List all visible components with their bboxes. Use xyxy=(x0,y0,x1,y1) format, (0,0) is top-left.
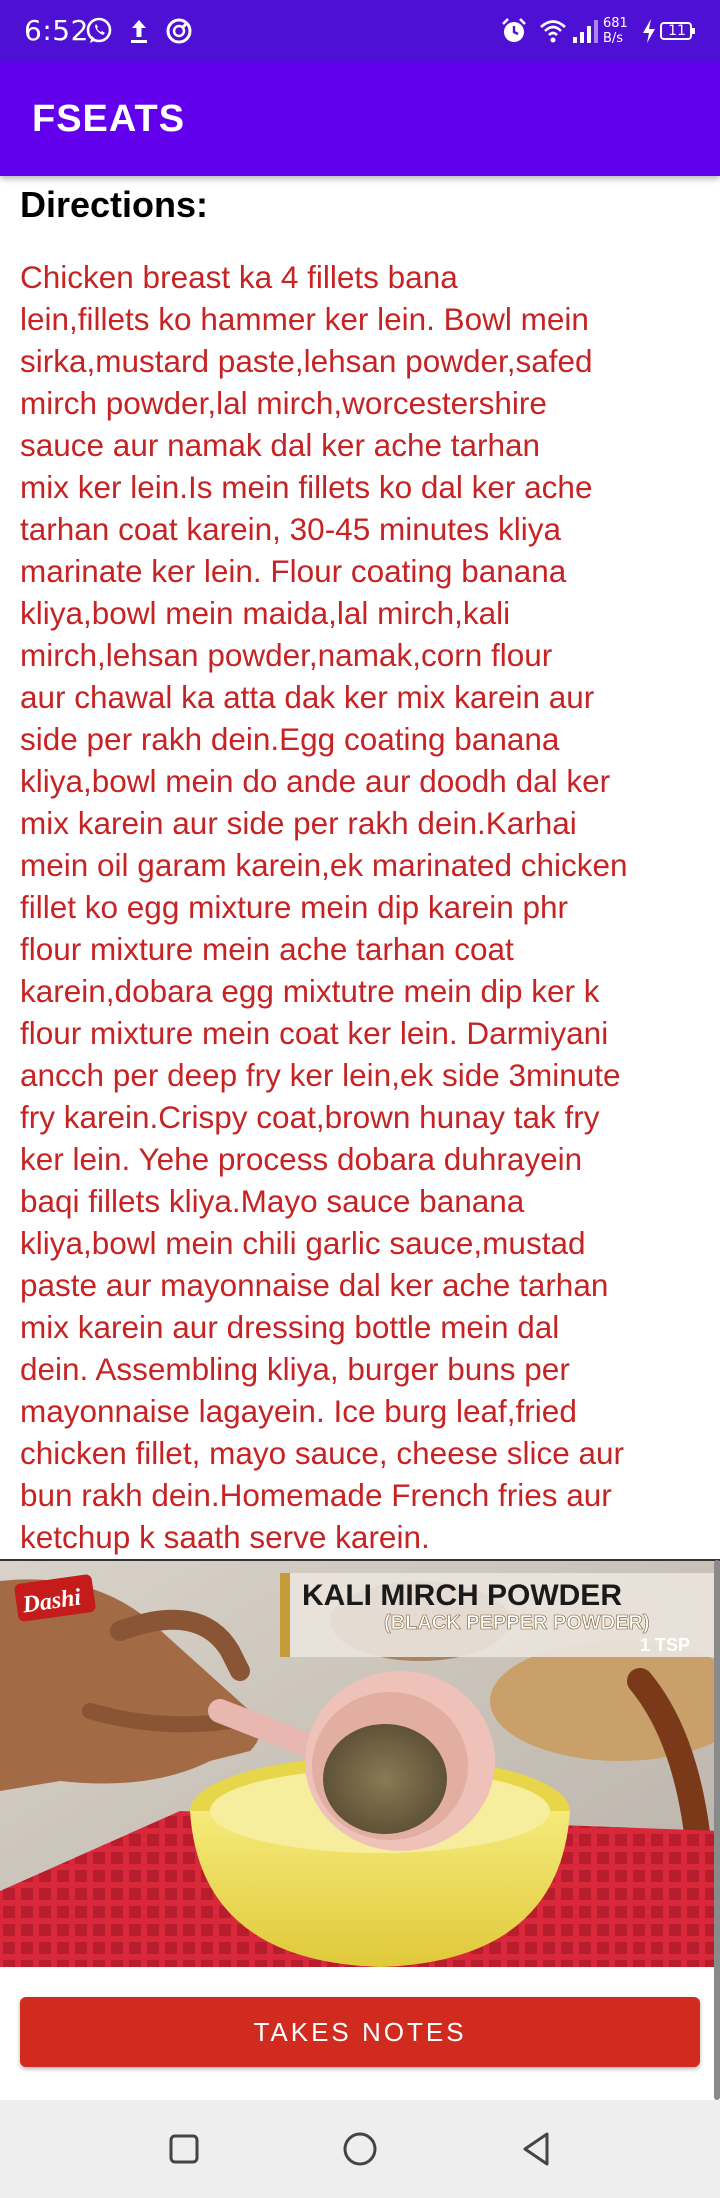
wifi-icon xyxy=(540,20,566,43)
recipe-video[interactable]: Dashi KALI MIRCH POWDER (BLACK PEPPER PO… xyxy=(0,1559,720,1967)
back-triangle-icon[interactable] xyxy=(511,2124,561,2174)
whatsapp-icon xyxy=(86,17,112,43)
caption-quantity: 1 TSP xyxy=(640,1635,690,1655)
directions-text: Chicken breast ka 4 fillets bana lein,fi… xyxy=(20,259,628,1555)
scrollbar-thumb[interactable] xyxy=(714,1560,720,2100)
net-speed-value: 681 xyxy=(603,16,628,31)
caption-subtitle: (BLACK PEPPER POWDER) xyxy=(384,1612,650,1634)
app-title: FSEATS xyxy=(32,98,186,140)
signal-icon xyxy=(573,20,598,43)
directions-heading: Directions: xyxy=(20,184,209,225)
status-time: 6:52 xyxy=(24,14,89,47)
battery-level: 11 xyxy=(668,23,686,39)
navigation-bar xyxy=(0,2100,720,2198)
status-bar: 6:52 681 B/s 11 xyxy=(0,0,720,62)
app-bar: FSEATS xyxy=(0,62,720,176)
takes-notes-button[interactable]: TAKES NOTES xyxy=(20,1997,700,2067)
alarm-icon xyxy=(502,18,526,42)
caption-title: KALI MIRCH POWDER xyxy=(302,1579,622,1612)
charging-icon xyxy=(643,19,655,43)
home-circle-icon[interactable] xyxy=(335,2124,385,2174)
net-speed-unit: B/s xyxy=(603,31,624,46)
upload-icon xyxy=(131,20,147,43)
data-saver-icon xyxy=(166,18,192,44)
recents-square-icon[interactable] xyxy=(159,2124,209,2174)
video-thumbnail-image: Dashi KALI MIRCH POWDER (BLACK PEPPER PO… xyxy=(0,1561,720,1967)
